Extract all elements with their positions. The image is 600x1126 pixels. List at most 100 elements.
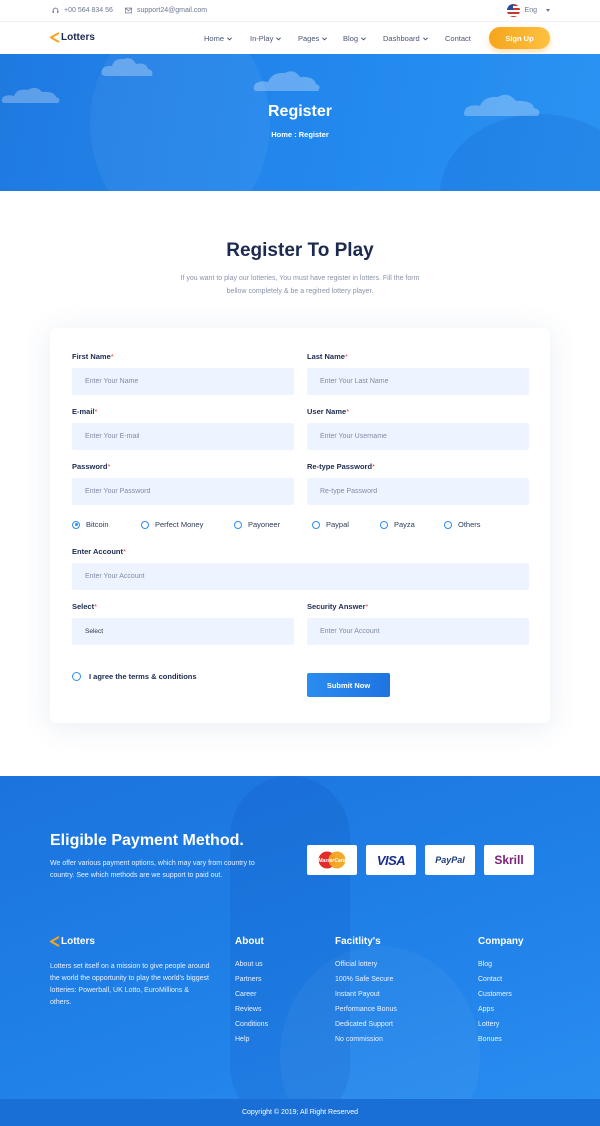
radio-icon: [444, 520, 452, 529]
radio-icon: [141, 520, 149, 529]
account-field[interactable]: [72, 563, 529, 590]
mastercard-text: MasterCard: [318, 858, 346, 864]
phone-contact[interactable]: +00 564 834 56: [52, 7, 113, 14]
nav-item-pages[interactable]: Pages: [298, 34, 328, 43]
first-name-field[interactable]: [72, 368, 294, 395]
email-field[interactable]: [72, 423, 294, 450]
language-label: Eng: [524, 7, 537, 14]
password-label: Password*: [72, 462, 110, 471]
radio-others[interactable]: Others: [444, 520, 481, 529]
page-title: Register: [267, 103, 333, 120]
password-field[interactable]: [72, 478, 294, 505]
cloud-icon: [101, 58, 153, 76]
radio-paypal[interactable]: Paypal: [312, 520, 349, 529]
page-hero: Register Home : Register: [0, 54, 600, 191]
footer-link[interactable]: Conditions: [235, 1020, 268, 1035]
footer-link[interactable]: Official lottery: [335, 960, 397, 975]
phone-number: +00 564 834 56: [64, 7, 113, 14]
footer-link[interactable]: Dedicated Support: [335, 1020, 397, 1035]
footer-links-about: About us Partners Career Reviews Conditi…: [235, 960, 268, 1050]
required-mark: *: [365, 602, 369, 611]
nav-item-blog[interactable]: Blog: [343, 34, 366, 43]
footer-link[interactable]: Performance Bonus: [335, 1005, 397, 1020]
radio-label: Payza: [394, 520, 415, 529]
footer-link[interactable]: Lottery: [478, 1020, 512, 1035]
required-mark: *: [346, 407, 350, 416]
username-label: User Name*: [307, 407, 349, 416]
top-bar: +00 564 834 56 support24@gmail.com Eng: [0, 0, 600, 22]
footer-links-company: Blog Contact Customers Apps Lottery Bonu…: [478, 960, 512, 1050]
footer-link[interactable]: Instant Payout: [335, 990, 397, 1005]
radio-perfect-money[interactable]: Perfect Money: [141, 520, 203, 529]
nav-label: Pages: [298, 34, 320, 43]
required-mark: *: [110, 352, 114, 361]
main-nav: Lotters Home In-Play Pages Blog Dashboar…: [0, 22, 600, 54]
required-mark: *: [94, 407, 98, 416]
submit-button[interactable]: Submit Now: [307, 673, 390, 697]
footer-link[interactable]: Partners: [235, 975, 268, 990]
site-logo[interactable]: Lotters: [50, 32, 95, 43]
footer-link[interactable]: Help: [235, 1035, 268, 1050]
account-label: Enter Account*: [72, 547, 126, 556]
radio-label: Paypal: [326, 520, 349, 529]
nav-item-dashboard[interactable]: Dashboard: [383, 34, 428, 43]
footer-link[interactable]: Contact: [478, 975, 512, 990]
breadcrumb[interactable]: Home : Register: [0, 130, 600, 139]
cloud-icon: [1, 87, 60, 103]
radio-icon: [380, 520, 388, 529]
radio-bitcoin[interactable]: Bitcoin: [72, 520, 109, 529]
label-text: Last Name: [307, 352, 345, 361]
nav-label: Home: [204, 34, 225, 43]
footer-col-title: Facitlity's: [335, 936, 381, 947]
skrill-logo: Skrill: [494, 853, 524, 867]
mastercard-logo-icon: MasterCard: [318, 851, 347, 869]
label-text: Select: [72, 602, 95, 611]
footer-link[interactable]: Apps: [478, 1005, 512, 1020]
logo-icon: [50, 936, 60, 947]
sign-up-button[interactable]: Sign Up: [489, 27, 550, 49]
hero-decor-wave: [440, 114, 600, 191]
footer-link[interactable]: Reviews: [235, 1005, 268, 1020]
footer-link[interactable]: About us: [235, 960, 268, 975]
radio-payoneer[interactable]: Payoneer: [234, 520, 280, 529]
footer-col-title: Company: [478, 936, 524, 947]
required-mark: *: [372, 462, 375, 471]
language-selector[interactable]: Eng: [506, 4, 550, 17]
copyright-text: Copyright © 2019; All Right Reserved: [241, 1109, 359, 1116]
last-name-field[interactable]: [307, 368, 529, 395]
radio-icon: [312, 520, 320, 529]
footer-col-title: About: [235, 936, 264, 947]
chevron-down-icon: [322, 36, 328, 41]
radio-label: Payoneer: [248, 520, 281, 529]
terms-checkbox[interactable]: I agree the terms & conditions: [72, 672, 197, 681]
security-answer-label: Security Answer*: [307, 602, 368, 611]
radio-payza[interactable]: Payza: [380, 520, 415, 529]
retype-password-field[interactable]: [307, 478, 529, 505]
mail-icon: [125, 7, 132, 14]
footer-logo[interactable]: Lotters: [50, 936, 95, 947]
footer-link[interactable]: Customers: [478, 990, 512, 1005]
label-text: E-mail: [72, 407, 95, 416]
footer-link[interactable]: Blog: [478, 960, 512, 975]
username-field[interactable]: [307, 423, 529, 450]
label-text: Password: [72, 462, 108, 471]
select-dropdown[interactable]: Select: [72, 618, 294, 645]
visa-card: VISA: [366, 845, 416, 875]
footer-link[interactable]: Career: [235, 990, 268, 1005]
nav-label: Dashboard: [383, 34, 420, 43]
email-contact[interactable]: support24@gmail.com: [125, 7, 207, 14]
visa-logo: VISA: [376, 852, 406, 868]
label-text: Enter Account: [72, 547, 123, 556]
security-answer-field[interactable]: [307, 618, 529, 645]
footer-about-text: Lotters set itself on a mission to give …: [50, 963, 210, 1006]
nav-item-contact[interactable]: Contact: [445, 34, 471, 43]
footer: [0, 776, 600, 1126]
nav-item-in-play[interactable]: In-Play: [250, 34, 282, 43]
footer-link[interactable]: Bonues: [478, 1035, 512, 1050]
nav-item-home[interactable]: Home: [204, 34, 232, 43]
footer-link[interactable]: 100% Safe Secure: [335, 975, 397, 990]
chevron-down-icon: [227, 36, 232, 41]
terms-label: I agree the terms & conditions: [89, 672, 197, 681]
copyright-bar: Copyright © 2019; All Right Reserved: [0, 1099, 600, 1126]
footer-link[interactable]: No commission: [335, 1035, 397, 1050]
